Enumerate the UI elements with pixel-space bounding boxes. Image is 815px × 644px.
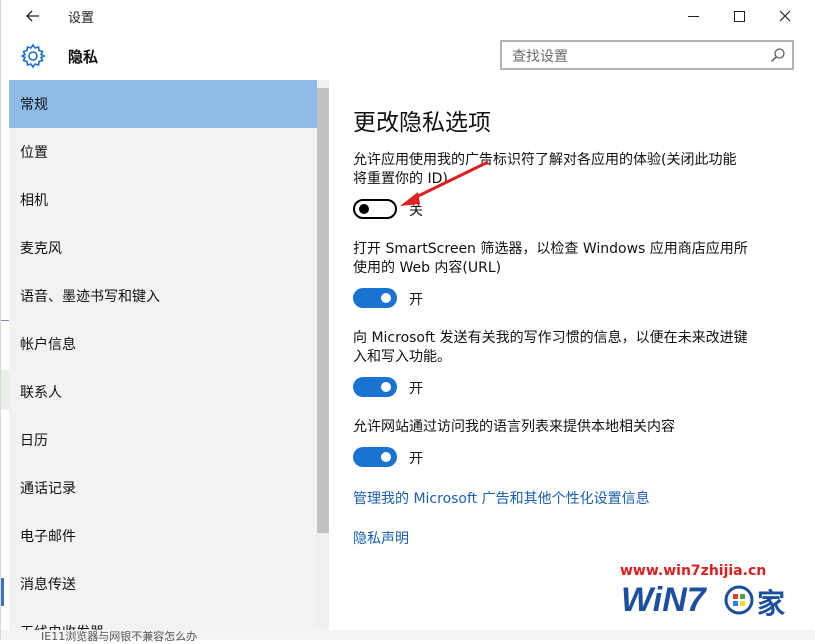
sidebar-item-label: 帐户信息 bbox=[20, 337, 76, 353]
background-accent bbox=[1, 578, 4, 606]
setting-description-line: 入和写入功能。 bbox=[353, 349, 451, 365]
search-input[interactable] bbox=[510, 46, 764, 68]
writing-habits-toggle-state: 开 bbox=[409, 381, 423, 397]
setting-description-line: 打开 SmartScreen 筛选器，以检查 Windows 应用商店应用所 bbox=[353, 241, 748, 257]
sidebar-scrollbar[interactable] bbox=[317, 80, 329, 640]
manage-ads-link[interactable]: 管理我的 Microsoft 广告和其他个性化设置信息 bbox=[353, 488, 650, 508]
sidebar-item-calendar[interactable]: 日历 bbox=[9, 416, 317, 464]
sidebar-item-camera[interactable]: 相机 bbox=[9, 176, 317, 224]
writing-habits-toggle[interactable] bbox=[353, 377, 397, 397]
setting-description-language-list: 允许网站通过访问我的语言列表来提供本地相关内容 bbox=[353, 418, 793, 437]
gear-icon bbox=[20, 43, 46, 69]
title-bar: 设置 bbox=[1, 0, 815, 32]
privacy-statement-link[interactable]: 隐私声明 bbox=[353, 528, 409, 548]
back-button[interactable] bbox=[17, 4, 49, 28]
sidebar-item-label: 电子邮件 bbox=[20, 529, 76, 545]
arrow-left-icon bbox=[26, 10, 39, 22]
language-list-toggle-state: 开 bbox=[409, 451, 423, 467]
sidebar-item-label: 语音、墨迹书写和键入 bbox=[20, 289, 160, 305]
toggle-knob bbox=[381, 452, 391, 462]
sidebar-item-email[interactable]: 电子邮件 bbox=[9, 512, 317, 560]
page-title: 隐私 bbox=[68, 48, 99, 66]
background-panel bbox=[1, 370, 9, 410]
close-icon bbox=[779, 10, 791, 22]
sidebar-item-general[interactable]: 常规 bbox=[9, 80, 317, 128]
section-title: 更改隐私选项 bbox=[353, 110, 491, 136]
sidebar-item-messaging[interactable]: 消息传送 bbox=[9, 560, 317, 608]
sidebar-item-label: 通话记录 bbox=[20, 481, 76, 497]
watermark-logo: WiN7 家 bbox=[621, 581, 785, 620]
setting-description-smartscreen: 打开 SmartScreen 筛选器，以检查 Windows 应用商店应用所 使… bbox=[353, 240, 793, 278]
sidebar-item-account-info[interactable]: 帐户信息 bbox=[9, 320, 317, 368]
background-window-edge bbox=[1, 80, 9, 640]
minimize-icon bbox=[687, 15, 699, 17]
sidebar-item-label: 日历 bbox=[20, 433, 48, 449]
toggle-knob bbox=[381, 293, 391, 303]
setting-description-writing-habits: 向 Microsoft 发送有关我的写作习惯的信息，以便在未来改进键 入和写入功… bbox=[353, 329, 793, 367]
sidebar-item-call-history[interactable]: 通话记录 bbox=[9, 464, 317, 512]
language-list-toggle[interactable] bbox=[353, 447, 397, 467]
sidebar-item-label: 联系人 bbox=[20, 385, 62, 401]
close-button[interactable] bbox=[762, 0, 808, 32]
sidebar-item-label: 相机 bbox=[20, 193, 48, 209]
watermark-logo-suffix: 家 bbox=[757, 587, 785, 620]
watermark-url: www.win7zhijia.cn bbox=[620, 563, 767, 579]
maximize-icon bbox=[733, 10, 745, 22]
toggle-knob bbox=[359, 204, 369, 214]
setting-description-line: 允许网站通过访问我的语言列表来提供本地相关内容 bbox=[353, 419, 675, 435]
sidebar-item-label: 麦克风 bbox=[20, 241, 62, 257]
sidebar-item-contacts[interactable]: 联系人 bbox=[9, 368, 317, 416]
smartscreen-toggle[interactable] bbox=[353, 288, 397, 308]
background-line bbox=[1, 320, 9, 321]
search-box[interactable] bbox=[500, 40, 794, 70]
sidebar-item-microphone[interactable]: 麦克风 bbox=[9, 224, 317, 272]
settings-window: 设置 隐私 查找设置 常规 位置 相机 麦克风 语音、墨迹书写和键入 帐户信息 … bbox=[0, 0, 815, 643]
search-icon[interactable] bbox=[770, 47, 786, 63]
maximize-button[interactable] bbox=[716, 0, 762, 32]
sidebar-item-location[interactable]: 位置 bbox=[9, 128, 317, 176]
toggle-knob bbox=[381, 382, 391, 392]
sidebar-item-label: 消息传送 bbox=[20, 577, 76, 593]
setting-description-line: 向 Microsoft 发送有关我的写作习惯的信息，以便在未来改进键 bbox=[353, 330, 748, 346]
watermark-logo-text: WiN7 bbox=[621, 581, 708, 619]
smartscreen-toggle-state: 开 bbox=[409, 292, 423, 308]
setting-description-line: 使用的 Web 内容(URL) bbox=[353, 260, 502, 276]
sidebar-item-speech-inking-typing[interactable]: 语音、墨迹书写和键入 bbox=[9, 272, 317, 320]
background-caption: IE11浏览器与网银不兼容怎么办 bbox=[41, 630, 198, 643]
sidebar-item-label: 常规 bbox=[20, 97, 48, 113]
sidebar-item-label: 位置 bbox=[20, 145, 48, 161]
minimize-button[interactable] bbox=[670, 0, 716, 32]
ad-id-toggle[interactable] bbox=[353, 199, 397, 219]
window-title: 设置 bbox=[68, 11, 95, 26]
sidebar-nav: 常规 位置 相机 麦克风 语音、墨迹书写和键入 帐户信息 联系人 日历 通话记录… bbox=[9, 80, 317, 640]
scrollbar-thumb[interactable] bbox=[317, 88, 329, 533]
page-header: 隐私 bbox=[1, 32, 815, 80]
red-arrow-annotation bbox=[400, 160, 489, 206]
